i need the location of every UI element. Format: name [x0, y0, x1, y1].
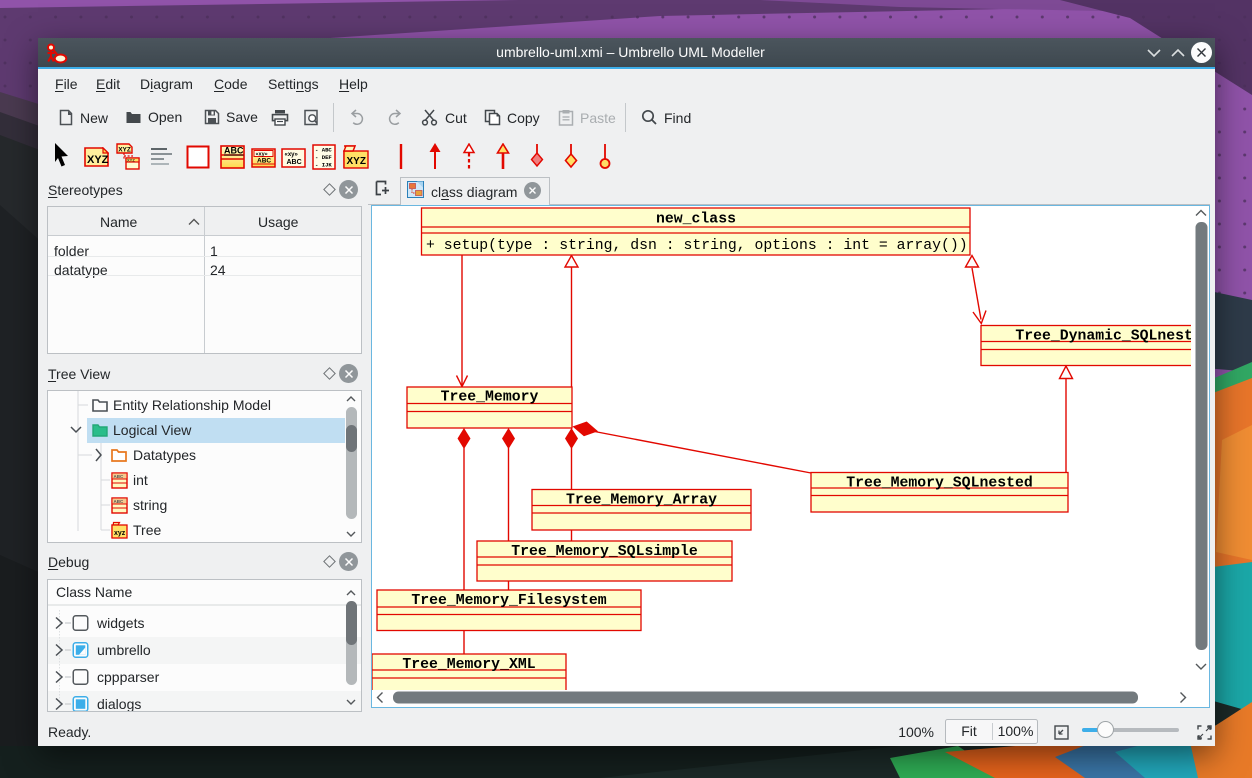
svg-text:int: int	[133, 472, 148, 488]
svg-text:+ setup(type : string, dsn : s: + setup(type : string, dsn : string, opt…	[426, 238, 968, 254]
svg-text:Tree_Dynamic_SQLnested: Tree_Dynamic_SQLnested	[1015, 329, 1209, 345]
svg-text:Tree_Memory_XML: Tree_Memory_XML	[402, 657, 535, 673]
svg-text:- IJK: - IJK	[315, 162, 332, 169]
svg-text:ABC: ABC	[114, 474, 124, 479]
svg-text:«xy»: «xy»	[285, 152, 299, 158]
svg-text:new_class: new_class	[656, 212, 736, 228]
svg-text:XYZ: XYZ	[118, 147, 131, 154]
svg-text:cppparser: cppparser	[97, 669, 160, 685]
svg-text:- DEF: - DEF	[315, 154, 332, 161]
svg-text:Tree_Memory_SQLnested: Tree_Memory_SQLnested	[846, 476, 1032, 492]
svg-text:ABC: ABC	[114, 499, 124, 504]
svg-text:xyz: xyz	[114, 530, 126, 537]
svg-text:- ABC: - ABC	[315, 147, 332, 154]
svg-text:XYZ: XYZ	[127, 157, 135, 162]
svg-text:Class Name: Class Name	[56, 584, 132, 600]
svg-text:ABC: ABC	[224, 146, 244, 156]
svg-text:Tree_Memory_SQLsimple: Tree_Memory_SQLsimple	[511, 544, 698, 560]
svg-text:ABC: ABC	[257, 158, 271, 165]
svg-text:umbrello: umbrello	[97, 642, 151, 658]
svg-text:Tree_Memory: Tree_Memory	[441, 390, 539, 406]
svg-text:string: string	[133, 497, 167, 513]
svg-text:Datatypes: Datatypes	[133, 447, 196, 463]
svg-text:Logical View: Logical View	[113, 422, 192, 438]
svg-text:XYZ: XYZ	[347, 156, 366, 167]
svg-text:Tree: Tree	[133, 522, 161, 538]
svg-text:Tree_Memory_Filesystem: Tree_Memory_Filesystem	[411, 593, 606, 609]
svg-text:ABC: ABC	[287, 159, 302, 166]
svg-text:widgets: widgets	[96, 615, 144, 631]
svg-text:XYZ: XYZ	[87, 154, 109, 166]
svg-text:Entity Relationship Model: Entity Relationship Model	[113, 397, 271, 413]
svg-text:dialogs: dialogs	[97, 696, 141, 711]
svg-text:Tree_Memory_Array: Tree_Memory_Array	[566, 493, 717, 509]
